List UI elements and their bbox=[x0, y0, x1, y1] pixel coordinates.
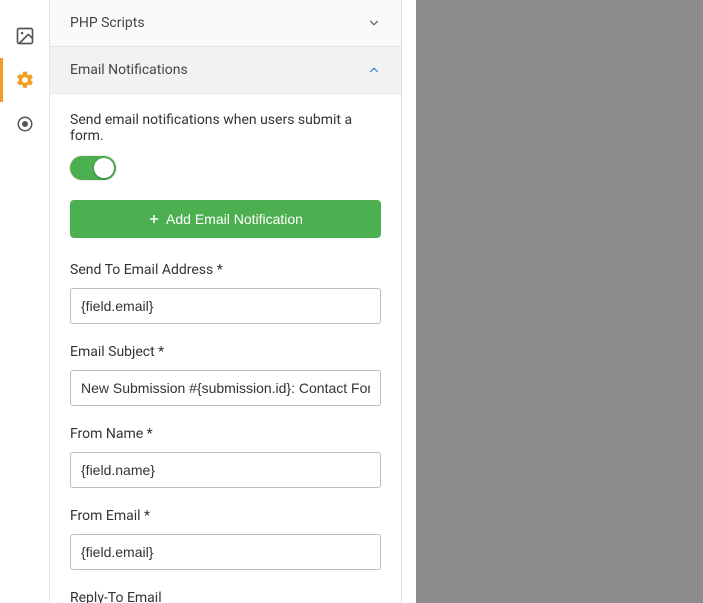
rail-item-record[interactable] bbox=[0, 102, 50, 146]
notifications-toggle[interactable] bbox=[70, 156, 116, 180]
chevron-down-icon bbox=[367, 16, 381, 30]
accordion-title: PHP Scripts bbox=[70, 15, 145, 31]
chevron-up-icon bbox=[367, 63, 381, 77]
toggle-knob bbox=[94, 158, 114, 178]
circle-dot-icon bbox=[16, 115, 34, 133]
subject-input[interactable] bbox=[70, 370, 381, 406]
field-label: Email Subject * bbox=[70, 344, 381, 360]
from-email-input[interactable] bbox=[70, 534, 381, 570]
field-send-to: Send To Email Address * bbox=[70, 262, 381, 324]
canvas-area[interactable] bbox=[416, 0, 703, 603]
field-from-name: From Name * bbox=[70, 426, 381, 488]
image-icon bbox=[15, 26, 35, 46]
field-label: Reply-To Email bbox=[70, 590, 381, 603]
app-root: PHP Scripts Email Notifications Send ema… bbox=[0, 0, 703, 603]
email-notifications-body: Send email notifications when users subm… bbox=[50, 94, 401, 603]
plus-icon bbox=[148, 213, 160, 225]
help-text: Send email notifications when users subm… bbox=[70, 112, 381, 144]
icon-rail bbox=[0, 0, 50, 603]
field-subject: Email Subject * bbox=[70, 344, 381, 406]
field-reply-to: Reply-To Email bbox=[70, 590, 381, 603]
add-email-notification-button[interactable]: Add Email Notification bbox=[70, 200, 381, 238]
gear-icon bbox=[15, 70, 35, 90]
panel-divider bbox=[402, 0, 416, 603]
field-label: From Email * bbox=[70, 508, 381, 524]
accordion-php-scripts[interactable]: PHP Scripts bbox=[50, 0, 401, 47]
from-name-input[interactable] bbox=[70, 452, 381, 488]
accordion-title: Email Notifications bbox=[70, 62, 188, 78]
field-from-email: From Email * bbox=[70, 508, 381, 570]
accordion-email-notifications[interactable]: Email Notifications bbox=[50, 47, 401, 94]
field-label: Send To Email Address * bbox=[70, 262, 381, 278]
field-label: From Name * bbox=[70, 426, 381, 442]
send-to-input[interactable] bbox=[70, 288, 381, 324]
settings-panel: PHP Scripts Email Notifications Send ema… bbox=[50, 0, 402, 603]
add-button-label: Add Email Notification bbox=[166, 211, 303, 227]
rail-item-image[interactable] bbox=[0, 14, 50, 58]
rail-item-settings[interactable] bbox=[0, 58, 50, 102]
